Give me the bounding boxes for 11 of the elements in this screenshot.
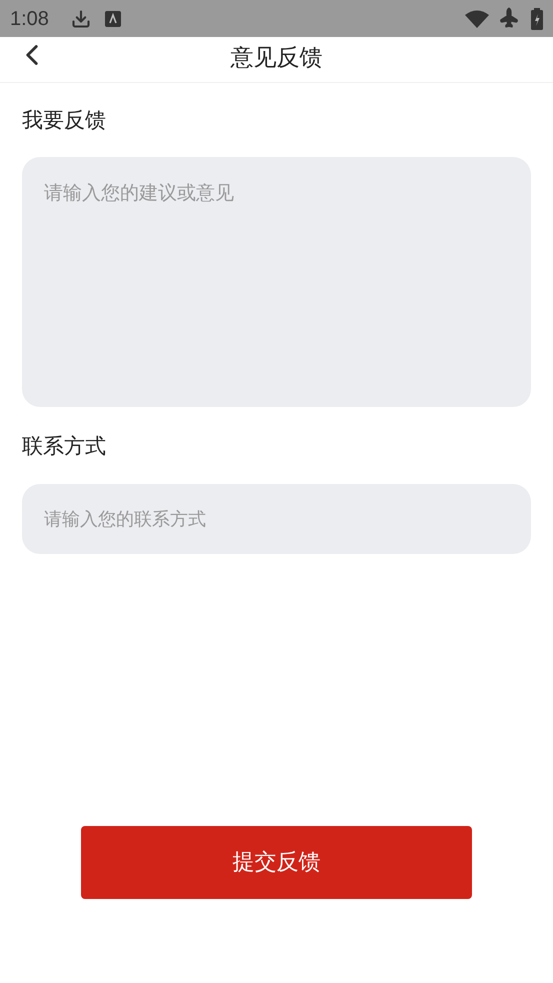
battery-icon (531, 8, 543, 30)
submit-button[interactable]: 提交反馈 (81, 826, 472, 899)
wifi-icon (465, 10, 489, 28)
page-title: 意见反馈 (230, 44, 322, 73)
download-icon (70, 8, 91, 28)
contact-label: 联系方式 (22, 432, 107, 460)
contact-field[interactable]: 请输入您的联系方式 (22, 484, 531, 554)
feedback-label: 我要反馈 (22, 107, 107, 134)
feedback-field[interactable]: 请输入您的建议或意见 (22, 156, 531, 406)
notification-icon (104, 10, 121, 26)
status-time: 1:08 (10, 6, 49, 32)
